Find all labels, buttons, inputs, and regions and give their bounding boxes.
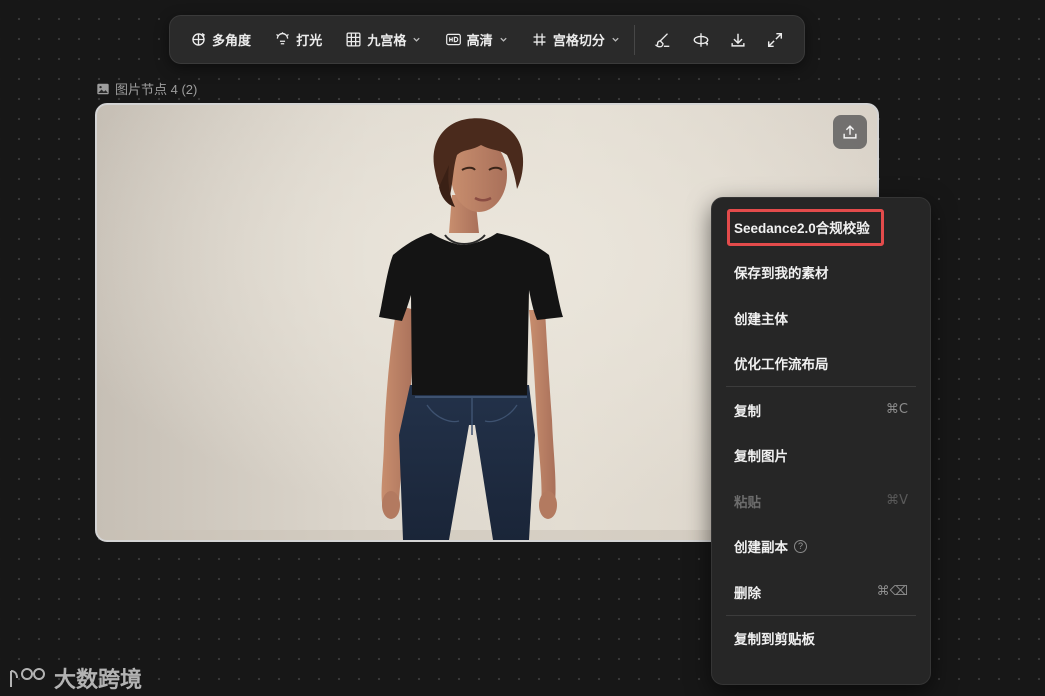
fullscreen-icon: [768, 32, 783, 47]
menu-item-shortcut: ⌘V: [886, 493, 908, 509]
hash-icon: [533, 33, 546, 46]
grid-icon: [346, 32, 361, 47]
nine-grid-dropdown[interactable]: 九宫格: [339, 24, 427, 56]
help-icon[interactable]: ?: [794, 539, 807, 553]
hd-label: 高清: [466, 33, 493, 48]
menu-item-label: 创建副本: [734, 540, 788, 556]
menu-item-paste: 粘贴 ⌘V: [720, 478, 922, 524]
node-title-label: 图片节点 4 (2): [115, 82, 198, 97]
watermark: 大数跨境: [8, 662, 142, 694]
fullscreen-button[interactable]: [757, 24, 794, 56]
download-icon: [731, 33, 745, 47]
menu-item-save-to-assets[interactable]: 保存到我的素材: [720, 250, 922, 296]
menu-item-label: Seedance2.0合规校验: [734, 220, 870, 236]
multi-angle-label: 多角度: [212, 33, 252, 48]
rotate-icon: [693, 32, 709, 47]
context-menu: Seedance2.0合规校验 保存到我的素材 创建主体 优化工作流布局 复制 …: [711, 197, 931, 685]
toolbar-divider: [633, 24, 635, 55]
chevron-down-icon: [499, 37, 507, 42]
hd-icon: [445, 33, 461, 46]
lighting-label: 打光: [296, 33, 323, 48]
multi-angle-icon: [192, 32, 205, 46]
nine-grid-label: 九宫格: [367, 33, 407, 48]
lighting-icon: [276, 32, 290, 45]
multi-angle-button[interactable]: 多角度: [184, 24, 257, 56]
image-icon: [97, 83, 109, 94]
brush-icon: [655, 32, 670, 47]
menu-item-shortcut: ⌘⌫: [876, 584, 908, 600]
menu-item-delete[interactable]: 删除 ⌘⌫: [720, 569, 922, 615]
menu-item-optimize-layout[interactable]: 优化工作流布局: [720, 341, 922, 387]
menu-item-duplicate[interactable]: 创建副本 ?: [720, 524, 922, 570]
menu-item-label: 粘贴: [734, 494, 761, 510]
menu-item-label: 优化工作流布局: [734, 357, 829, 373]
menu-item-copy-image[interactable]: 复制图片: [720, 433, 922, 479]
chevron-down-icon: [413, 37, 421, 42]
grid-split-dropdown[interactable]: 宫格切分: [525, 24, 626, 56]
grid-split-label: 宫格切分: [552, 33, 605, 48]
node-toolbar: 多角度 打光 九宫格 高清 宫格切分: [169, 15, 805, 64]
chevron-down-icon: [612, 37, 619, 42]
hd-dropdown[interactable]: 高清: [439, 24, 514, 56]
menu-item-label: 删除: [734, 585, 761, 601]
watermark-text: 大数跨境: [54, 667, 143, 692]
node-title: 图片节点 4 (2): [96, 79, 197, 98]
upload-button[interactable]: [833, 115, 867, 149]
upload-icon: [843, 125, 857, 139]
lighting-button[interactable]: 打光: [268, 24, 328, 56]
menu-item-create-subject[interactable]: 创建主体: [720, 295, 922, 341]
menu-item-label: 复制到剪贴板: [734, 632, 815, 648]
menu-item-copy[interactable]: 复制 ⌘C: [720, 387, 922, 433]
menu-item-copy-to-clipboard[interactable]: 复制到剪贴板: [720, 616, 922, 662]
brush-button[interactable]: [645, 24, 682, 56]
rotate-button[interactable]: [682, 24, 719, 56]
download-button[interactable]: [719, 24, 756, 56]
menu-item-shortcut: ⌘C: [885, 402, 908, 418]
menu-item-seedance-check[interactable]: Seedance2.0合规校验: [720, 204, 922, 250]
menu-item-label: 复制图片: [734, 449, 788, 465]
menu-item-label: 复制: [734, 403, 761, 419]
watermark-logo-icon: [10, 668, 45, 687]
menu-item-label: 创建主体: [734, 311, 788, 327]
menu-item-label: 保存到我的素材: [734, 266, 829, 282]
